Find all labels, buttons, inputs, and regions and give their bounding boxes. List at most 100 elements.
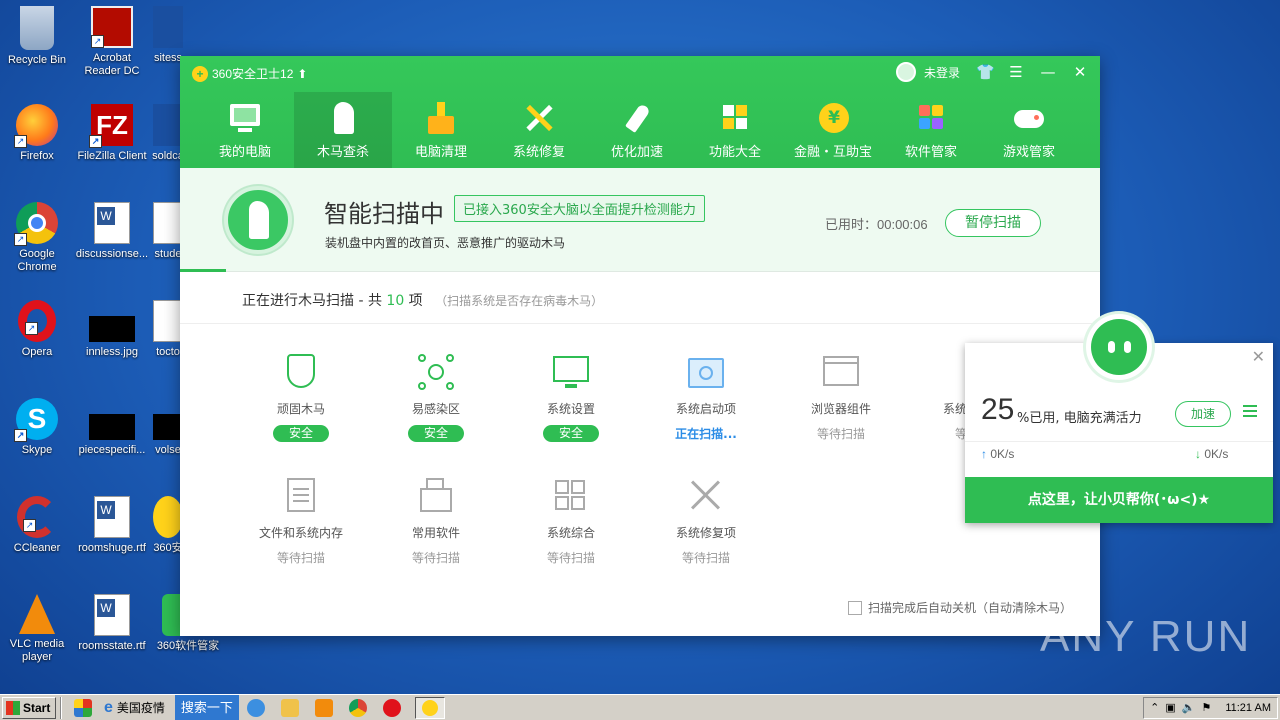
auto-shutdown-checkbox[interactable]: [847, 600, 862, 615]
nav-pc-cleanup[interactable]: 电脑清理: [392, 92, 490, 168]
browser-window-icon: [821, 352, 861, 392]
nav-optimize[interactable]: 优化加速: [588, 92, 686, 168]
desktop-icon-discussionse[interactable]: W discussionse...: [75, 202, 149, 261]
desktop-icon-skype[interactable]: S ↗ Skype: [0, 398, 74, 457]
volume-icon[interactable]: 🔈: [1182, 701, 1196, 714]
scan-item-infection-area: 易感染区 安全: [381, 352, 491, 442]
desktop-icon-chrome[interactable]: ↗ Google Chrome: [0, 202, 74, 274]
desktop-icon-roomsstate[interactable]: W roomsstate.rtf: [75, 594, 149, 653]
minimize-button[interactable]: —: [1040, 62, 1056, 82]
word-doc-icon: [153, 202, 183, 244]
close-button[interactable]: ✕: [1072, 62, 1088, 82]
network-nodes-icon: [416, 352, 456, 392]
taskbar-search[interactable]: 搜索一下: [174, 694, 239, 720]
elapsed-time: 已用时：00:00:06: [825, 217, 928, 232]
desktop-icon-firefox[interactable]: ↗ Firefox: [0, 104, 74, 163]
status-suffix: 项: [404, 293, 423, 309]
opera-taskbar-icon[interactable]: [382, 698, 401, 717]
list-menu-icon[interactable]: [1243, 405, 1257, 419]
status-hint: （扫描系统是否存在病毒木马）: [435, 294, 604, 308]
download-value: 0K/s: [1204, 447, 1229, 461]
skype-icon: S ↗: [14, 398, 58, 442]
nav-label: 我的电脑: [218, 145, 271, 160]
nav-features[interactable]: 功能大全: [686, 92, 784, 168]
desktop-icon-label: stude: [154, 248, 182, 260]
desktop-icon-piecespecifi[interactable]: piecespecifi...: [75, 398, 149, 457]
upgrade-arrow-icon[interactable]: ⬆: [297, 67, 307, 81]
ccleaner-icon: ↗: [17, 496, 57, 538]
login-area[interactable]: 未登录: [895, 62, 960, 82]
desktop-icon-acrobat[interactable]: ↗ Acrobat Reader DC: [75, 6, 149, 78]
chrome-taskbar-icon[interactable]: [348, 698, 367, 717]
auto-shutdown-option[interactable]: 扫描完成后自动关机（自动清除木马）: [847, 599, 1072, 616]
folder-power-icon: [686, 352, 726, 392]
grid-apps-icon: [718, 102, 752, 134]
rocket-icon: [620, 102, 654, 134]
desktop-icon-roomshuge[interactable]: W roomshuge.rtf: [75, 496, 149, 555]
explorer-icon[interactable]: [280, 698, 299, 717]
desktop-icon-label: Skype: [21, 444, 53, 456]
start-button[interactable]: Start: [2, 696, 56, 719]
scan-item-label: 系统启动项: [675, 402, 736, 416]
scan-item-common-software: 常用软件 等待扫描: [381, 476, 491, 566]
desktop-icon-vlc[interactable]: VLC media player: [0, 594, 74, 664]
window-header: + 360安全卫士12 ⬆ 未登录 👕 ☰ — ✕ 我的电脑 木马查杀 电脑清理…: [180, 56, 1100, 168]
nav-game-manager[interactable]: 游戏管家: [980, 92, 1078, 168]
nav-system-repair[interactable]: 系统修复: [490, 92, 588, 168]
divider: [965, 441, 1273, 442]
desktop-icon-filezilla[interactable]: FZ ↗ FileZilla Client: [75, 104, 149, 163]
desktop-icon-ccleaner[interactable]: ↗ CCleaner: [0, 496, 74, 555]
scan-item-state: 等待扫描: [411, 551, 460, 565]
desktop-icon-innless[interactable]: innless.jpg: [75, 300, 149, 359]
desktop-icon-recycle-bin[interactable]: Recycle Bin: [0, 6, 74, 67]
scan-item-system-settings: 系统设置 安全: [516, 352, 626, 442]
acrobat-icon: ↗: [91, 6, 133, 48]
scan-header: 智能扫描中 已接入360安全大脑以全面提升检测能力 装机盘中内置的改首页、恶意推…: [180, 168, 1100, 272]
skin-icon[interactable]: 👕: [976, 62, 995, 82]
widget-close-icon[interactable]: ✕: [1252, 347, 1265, 366]
windows-quicklaunch-icon[interactable]: [74, 698, 92, 717]
network-icon[interactable]: ▣: [1165, 701, 1175, 714]
desktop-icon-label: volse: [155, 444, 181, 456]
nav-my-computer[interactable]: 我的电脑: [196, 92, 294, 168]
scan-item-stubborn-trojan: 顽固木马 安全: [246, 352, 356, 442]
flag-icon[interactable]: ⚑: [1201, 701, 1211, 714]
pause-scan-button[interactable]: 暂停扫描: [945, 209, 1041, 237]
scan-item-label: 文件和系统内存: [258, 526, 343, 540]
speed-up-button[interactable]: 加速: [1175, 401, 1231, 427]
chrome-icon: ↗: [14, 202, 58, 246]
media-player-icon[interactable]: [314, 698, 333, 717]
ie-taskbar-icon[interactable]: [246, 698, 265, 717]
taskbar-ie-item[interactable]: e 美国疫情: [100, 697, 169, 719]
taskbar: Start e 美国疫情 搜索一下 ⌃ ▣ 🔈 ⚑ 11:21 AM: [0, 694, 1280, 720]
desktop-icon-opera[interactable]: ↗ Opera: [0, 300, 74, 359]
window-title-bar: + 360安全卫士12 ⬆: [192, 65, 307, 82]
desktop-icon-label: Recycle Bin: [7, 54, 67, 66]
nav-finance[interactable]: ¥ 金融・互助宝: [784, 92, 882, 168]
computer-icon: [228, 102, 262, 134]
scan-item-state: 等待扫描: [276, 551, 325, 565]
nav-trojan-scan[interactable]: 木马查杀: [294, 92, 392, 168]
scan-progress-bar: [180, 269, 226, 272]
360-safe-icon: [153, 496, 183, 538]
menu-icon[interactable]: ☰: [1008, 62, 1024, 82]
nav-label: 软件管家: [904, 145, 957, 160]
window-title: 360安全卫士12: [212, 67, 294, 81]
image-file-icon: [89, 414, 135, 440]
ai-brain-badge: 已接入360安全大脑以全面提升检测能力: [454, 195, 705, 222]
scan-item-state: 安全: [543, 425, 599, 442]
360-taskbar-item[interactable]: [414, 696, 445, 719]
scan-item-label: 常用软件: [411, 526, 460, 540]
document-icon: [281, 476, 321, 516]
help-cta-button[interactable]: 点这里，让小贝帮你(･ω<)★: [965, 477, 1273, 523]
scan-item-label: 系统设置: [546, 402, 595, 416]
scan-item-state: 正在扫描...: [675, 427, 737, 441]
nav-software-manager[interactable]: 软件管家: [882, 92, 980, 168]
system-tray: ⌃ ▣ 🔈 ⚑ 11:21 AM: [1143, 696, 1278, 719]
image-file-icon: [89, 316, 135, 342]
acceleration-ball[interactable]: [1086, 314, 1152, 380]
windows-flag-icon: [6, 700, 20, 715]
software-manager-icon: [914, 102, 948, 134]
tray-expand-icon[interactable]: ⌃: [1150, 701, 1159, 714]
main-nav: 我的电脑 木马查杀 电脑清理 系统修复 优化加速 功能大全 ¥ 金融・互助宝 软…: [196, 92, 1078, 168]
